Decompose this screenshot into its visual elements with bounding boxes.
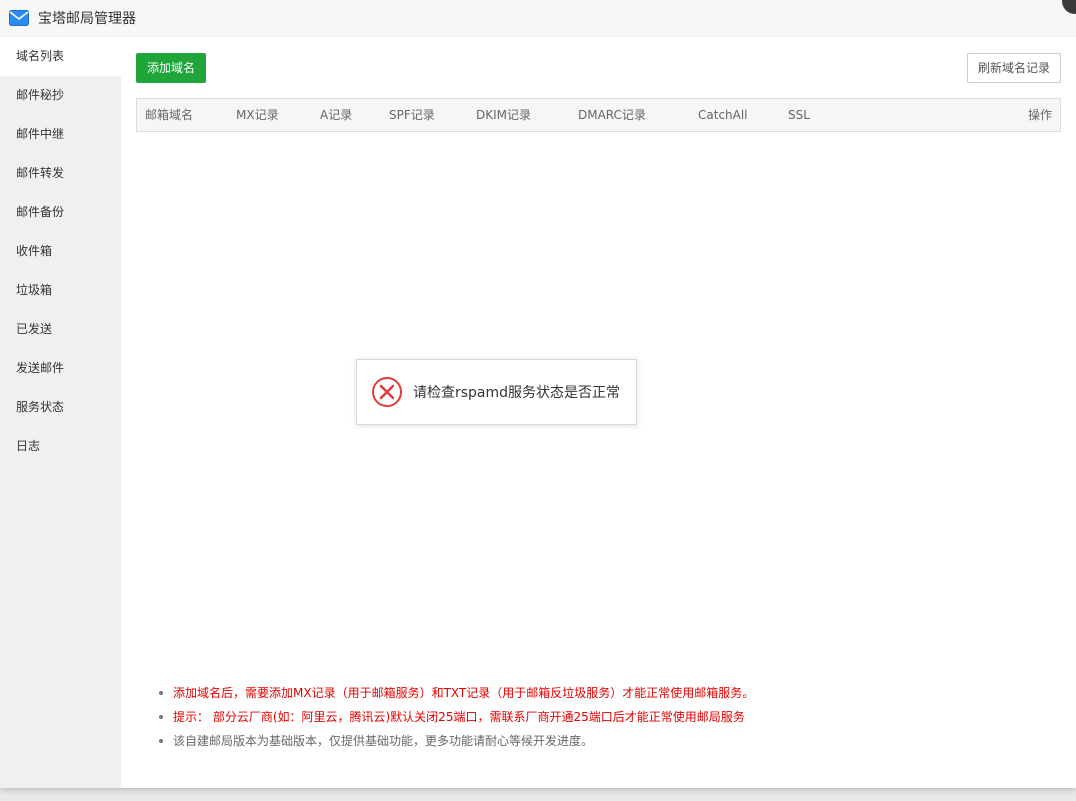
sidebar: 域名列表 邮件秘抄 邮件中继 邮件转发 邮件备份 收件箱 垃圾箱 已发送 发送邮…: [0, 37, 121, 788]
note-item: 该自建邮局版本为基础版本，仅提供基础功能，更多功能请耐心等候开发进度。: [159, 729, 1039, 753]
column-header-catchall[interactable]: CatchAll: [698, 99, 748, 132]
note-item: 添加域名后，需要添加MX记录（用于邮箱服务）和TXT记录（用于邮箱反垃圾服务）才…: [159, 681, 1039, 705]
notes-list: 添加域名后，需要添加MX记录（用于邮箱服务）和TXT记录（用于邮箱反垃圾服务）才…: [159, 681, 1039, 753]
error-message-text: 请检查rspamd服务状态是否正常: [413, 385, 621, 401]
column-header-a[interactable]: A记录: [320, 99, 352, 132]
sidebar-item-send-mail[interactable]: 发送邮件: [0, 349, 121, 388]
refresh-domain-records-button[interactable]: 刷新域名记录: [967, 53, 1061, 83]
add-domain-button[interactable]: 添加域名: [136, 53, 206, 83]
column-header-actions: 操作: [1028, 108, 1053, 122]
sidebar-item-sent[interactable]: 已发送: [0, 310, 121, 349]
sidebar-item-mail-relay[interactable]: 邮件中继: [0, 115, 121, 154]
sidebar-item-domain-list[interactable]: 域名列表: [0, 37, 121, 76]
sidebar-item-service-status[interactable]: 服务状态: [0, 388, 121, 427]
error-icon: [371, 376, 403, 408]
column-header-spf[interactable]: SPF记录: [389, 99, 435, 132]
sidebar-item-logs[interactable]: 日志: [0, 427, 121, 466]
column-header-dkim[interactable]: DKIM记录: [476, 99, 531, 132]
column-header-dmarc[interactable]: DMARC记录: [578, 99, 646, 132]
column-header-ssl[interactable]: SSL: [788, 99, 810, 132]
dialog-title: 宝塔邮局管理器: [38, 11, 136, 27]
sidebar-item-inbox[interactable]: 收件箱: [0, 232, 121, 271]
error-message-box: 请检查rspamd服务状态是否正常: [356, 359, 637, 425]
note-item: 提示： 部分云厂商(如：阿里云，腾讯云)默认关闭25端口，需联系厂商开通25端口…: [159, 705, 1039, 729]
sidebar-item-spam[interactable]: 垃圾箱: [0, 271, 121, 310]
mail-icon: [8, 9, 30, 27]
sidebar-item-mail-bcc[interactable]: 邮件秘抄: [0, 76, 121, 115]
column-header-mx[interactable]: MX记录: [236, 99, 279, 132]
sidebar-item-mail-forward[interactable]: 邮件转发: [0, 154, 121, 193]
column-header-domain[interactable]: 邮箱域名: [145, 99, 193, 132]
dialog-titlebar: 宝塔邮局管理器: [0, 0, 1076, 37]
domain-table-header: 邮箱域名 MX记录 A记录 SPF记录 DKIM记录 DMARC记录 Catch…: [136, 98, 1061, 132]
sidebar-item-mail-backup[interactable]: 邮件备份: [0, 193, 121, 232]
